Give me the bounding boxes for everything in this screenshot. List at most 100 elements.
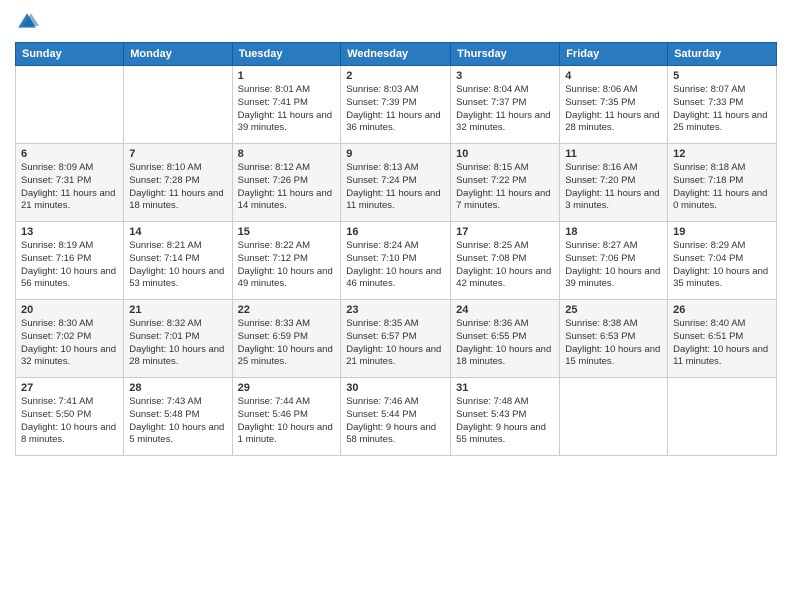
day-info: Sunrise: 8:38 AM Sunset: 6:53 PM Dayligh… <box>565 318 662 369</box>
calendar-cell: 21 Sunrise: 8:32 AM Sunset: 7:01 PM Dayli… <box>124 300 232 378</box>
day-number: 23 <box>346 304 445 316</box>
calendar-cell <box>560 378 668 456</box>
day-info: Sunrise: 8:12 AM Sunset: 7:26 PM Dayligh… <box>238 162 336 213</box>
calendar-cell: 16 Sunrise: 8:24 AM Sunset: 7:10 PM Dayli… <box>341 222 451 300</box>
day-number: 2 <box>346 70 445 82</box>
calendar-day-header: Saturday <box>668 43 777 66</box>
day-number: 25 <box>565 304 662 316</box>
day-info: Sunrise: 8:30 AM Sunset: 7:02 PM Dayligh… <box>21 318 118 369</box>
day-info: Sunrise: 8:24 AM Sunset: 7:10 PM Dayligh… <box>346 240 445 291</box>
calendar-cell: 9 Sunrise: 8:13 AM Sunset: 7:24 PM Daylig… <box>341 144 451 222</box>
calendar-day-header: Tuesday <box>232 43 341 66</box>
day-info: Sunrise: 8:15 AM Sunset: 7:22 PM Dayligh… <box>456 162 554 213</box>
calendar-table: SundayMondayTuesdayWednesdayThursdayFrid… <box>15 42 777 456</box>
calendar-cell: 27 Sunrise: 7:41 AM Sunset: 5:50 PM Dayli… <box>16 378 124 456</box>
day-number: 7 <box>129 148 226 160</box>
day-info: Sunrise: 8:40 AM Sunset: 6:51 PM Dayligh… <box>673 318 771 369</box>
day-number: 29 <box>238 382 336 394</box>
page-header <box>15 10 777 34</box>
day-info: Sunrise: 7:41 AM Sunset: 5:50 PM Dayligh… <box>21 396 118 447</box>
day-info: Sunrise: 8:18 AM Sunset: 7:18 PM Dayligh… <box>673 162 771 213</box>
day-info: Sunrise: 8:35 AM Sunset: 6:57 PM Dayligh… <box>346 318 445 369</box>
calendar-cell: 17 Sunrise: 8:25 AM Sunset: 7:08 PM Dayli… <box>451 222 560 300</box>
day-number: 22 <box>238 304 336 316</box>
day-number: 19 <box>673 226 771 238</box>
day-info: Sunrise: 7:46 AM Sunset: 5:44 PM Dayligh… <box>346 396 445 447</box>
calendar-day-header: Sunday <box>16 43 124 66</box>
day-number: 18 <box>565 226 662 238</box>
day-info: Sunrise: 8:10 AM Sunset: 7:28 PM Dayligh… <box>129 162 226 213</box>
day-number: 1 <box>238 70 336 82</box>
calendar-cell: 22Sunrise: 8:33 AM Sunset: 6:59 PM Dayli… <box>232 300 341 378</box>
day-info: Sunrise: 8:06 AM Sunset: 7:35 PM Dayligh… <box>565 84 662 135</box>
calendar-cell: 15 Sunrise: 8:22 AM Sunset: 7:12 PM Dayli… <box>232 222 341 300</box>
day-number: 16 <box>346 226 445 238</box>
calendar-cell <box>668 378 777 456</box>
calendar-cell: 14 Sunrise: 8:21 AM Sunset: 7:14 PM Dayli… <box>124 222 232 300</box>
day-number: 5 <box>673 70 771 82</box>
day-info: Sunrise: 8:07 AM Sunset: 7:33 PM Dayligh… <box>673 84 771 135</box>
calendar-cell: 2Sunrise: 8:03 AM Sunset: 7:39 PM Daylig… <box>341 66 451 144</box>
day-number: 8 <box>238 148 336 160</box>
day-number: 28 <box>129 382 226 394</box>
calendar-cell: 13 Sunrise: 8:19 AM Sunset: 7:16 PM Dayli… <box>16 222 124 300</box>
day-info: Sunrise: 8:21 AM Sunset: 7:14 PM Dayligh… <box>129 240 226 291</box>
calendar-cell <box>16 66 124 144</box>
day-number: 17 <box>456 226 554 238</box>
calendar-day-header: Wednesday <box>341 43 451 66</box>
calendar-cell: 23 Sunrise: 8:35 AM Sunset: 6:57 PM Dayli… <box>341 300 451 378</box>
calendar-cell: 12 Sunrise: 8:18 AM Sunset: 7:18 PM Dayli… <box>668 144 777 222</box>
calendar-cell: 7 Sunrise: 8:10 AM Sunset: 7:28 PM Daylig… <box>124 144 232 222</box>
day-number: 3 <box>456 70 554 82</box>
day-number: 10 <box>456 148 554 160</box>
day-number: 26 <box>673 304 771 316</box>
day-number: 21 <box>129 304 226 316</box>
day-number: 24 <box>456 304 554 316</box>
calendar-cell: 29 Sunrise: 7:44 AM Sunset: 5:46 PM Dayli… <box>232 378 341 456</box>
day-info: Sunrise: 7:44 AM Sunset: 5:46 PM Dayligh… <box>238 396 336 447</box>
calendar-cell: 10 Sunrise: 8:15 AM Sunset: 7:22 PM Dayli… <box>451 144 560 222</box>
calendar-cell: 26 Sunrise: 8:40 AM Sunset: 6:51 PM Dayli… <box>668 300 777 378</box>
calendar-cell: 31Sunrise: 7:48 AM Sunset: 5:43 PM Dayli… <box>451 378 560 456</box>
day-number: 9 <box>346 148 445 160</box>
day-info: Sunrise: 8:25 AM Sunset: 7:08 PM Dayligh… <box>456 240 554 291</box>
calendar-cell: 6 Sunrise: 8:09 AM Sunset: 7:31 PM Daylig… <box>16 144 124 222</box>
calendar-cell: 20 Sunrise: 8:30 AM Sunset: 7:02 PM Dayli… <box>16 300 124 378</box>
day-info: Sunrise: 7:43 AM Sunset: 5:48 PM Dayligh… <box>129 396 226 447</box>
day-info: Sunrise: 8:36 AM Sunset: 6:55 PM Dayligh… <box>456 318 554 369</box>
day-number: 4 <box>565 70 662 82</box>
calendar-cell: 28 Sunrise: 7:43 AM Sunset: 5:48 PM Dayli… <box>124 378 232 456</box>
calendar-cell: 8 Sunrise: 8:12 AM Sunset: 7:26 PM Daylig… <box>232 144 341 222</box>
logo <box>15 10 43 34</box>
day-number: 6 <box>21 148 118 160</box>
day-number: 12 <box>673 148 771 160</box>
calendar-cell: 18 Sunrise: 8:27 AM Sunset: 7:06 PM Dayli… <box>560 222 668 300</box>
calendar-cell: 4 Sunrise: 8:06 AM Sunset: 7:35 PM Daylig… <box>560 66 668 144</box>
day-info: Sunrise: 8:13 AM Sunset: 7:24 PM Dayligh… <box>346 162 445 213</box>
day-info: Sunrise: 8:01 AM Sunset: 7:41 PM Dayligh… <box>238 84 336 135</box>
calendar-cell <box>124 66 232 144</box>
calendar-day-header: Monday <box>124 43 232 66</box>
day-number: 20 <box>21 304 118 316</box>
calendar-cell: 1 Sunrise: 8:01 AM Sunset: 7:41 PM Daylig… <box>232 66 341 144</box>
day-number: 14 <box>129 226 226 238</box>
day-number: 15 <box>238 226 336 238</box>
day-info: Sunrise: 8:32 AM Sunset: 7:01 PM Dayligh… <box>129 318 226 369</box>
calendar-cell: 25 Sunrise: 8:38 AM Sunset: 6:53 PM Dayli… <box>560 300 668 378</box>
day-info: Sunrise: 8:27 AM Sunset: 7:06 PM Dayligh… <box>565 240 662 291</box>
day-info: Sunrise: 8:19 AM Sunset: 7:16 PM Dayligh… <box>21 240 118 291</box>
day-info: Sunrise: 8:29 AM Sunset: 7:04 PM Dayligh… <box>673 240 771 291</box>
logo-icon <box>15 10 39 34</box>
calendar-day-header: Thursday <box>451 43 560 66</box>
day-info: Sunrise: 8:09 AM Sunset: 7:31 PM Dayligh… <box>21 162 118 213</box>
day-info: Sunrise: 8:22 AM Sunset: 7:12 PM Dayligh… <box>238 240 336 291</box>
calendar-cell: 11Sunrise: 8:16 AM Sunset: 7:20 PM Dayli… <box>560 144 668 222</box>
day-info: Sunrise: 8:16 AM Sunset: 7:20 PM Dayligh… <box>565 162 662 213</box>
day-number: 30 <box>346 382 445 394</box>
day-number: 13 <box>21 226 118 238</box>
day-info: Sunrise: 7:48 AM Sunset: 5:43 PM Dayligh… <box>456 396 554 447</box>
calendar-cell: 3Sunrise: 8:04 AM Sunset: 7:37 PM Daylig… <box>451 66 560 144</box>
calendar-cell: 30 Sunrise: 7:46 AM Sunset: 5:44 PM Dayli… <box>341 378 451 456</box>
day-number: 27 <box>21 382 118 394</box>
calendar-cell: 19 Sunrise: 8:29 AM Sunset: 7:04 PM Dayli… <box>668 222 777 300</box>
